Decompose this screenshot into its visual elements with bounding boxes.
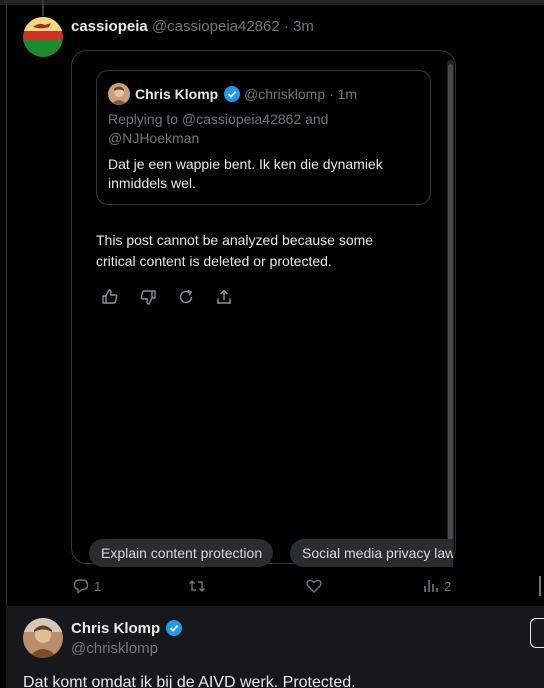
top-divider [0,0,544,5]
share-icon[interactable] [215,288,233,306]
like-button[interactable] [305,575,327,597]
timestamp[interactable]: 3m [293,18,314,35]
reply-count: 1 [94,578,102,594]
handle[interactable]: @chrisklomp [71,640,158,657]
thumbs-up-icon[interactable] [101,288,119,306]
flag-avatar-icon [23,17,63,57]
views-button[interactable]: 2 [422,575,451,597]
quoted-display-name: Chris Klomp [135,86,219,102]
quoted-avatar [108,83,130,105]
repost-button[interactable] [188,575,210,597]
verified-badge-icon [166,620,183,636]
post-text: Dat komt omdat ik bij de AIVD werk. Prot… [23,674,356,688]
reply-button[interactable]: 1 [72,575,101,597]
quoted-post-text: Dat je een wappie bent. Ik ken die dynam… [108,156,383,191]
person-avatar-icon [23,618,63,658]
scrollbar-thumb[interactable] [448,64,453,560]
bookmark-icon[interactable] [539,576,544,596]
analysis-message: This post cannot be analyzed because som… [96,232,374,269]
heart-icon [306,579,322,593]
reply-icon [73,579,89,594]
left-border [6,0,7,606]
separator: · [329,86,334,102]
thumbs-down-icon[interactable] [139,288,157,306]
display-name-row[interactable]: Chris Klomp [71,620,183,637]
verified-badge-icon [224,86,241,102]
separator: · [283,18,289,35]
avatar[interactable] [23,17,63,57]
repost-icon [189,580,205,592]
display-name[interactable]: cassiopeia [71,18,148,35]
action-bar: 1 2 [0,575,544,597]
handle[interactable]: @cassiopeia42862 [152,18,280,35]
timeline: cassiopeia @cassiopeia42862 · 3m Chris K… [0,0,544,688]
view-count: 2 [444,578,452,594]
quoted-timestamp: 1m [337,86,358,102]
grok-icon[interactable] [530,618,544,648]
views-chart-icon [424,580,438,592]
regenerate-icon[interactable] [177,288,195,306]
suggestion-chip[interactable]: Social media privacy laws [290,539,453,567]
suggestion-chip[interactable]: Explain content protection [89,539,273,567]
avatar[interactable] [23,618,63,658]
thread-line [42,0,44,16]
quoted-handle: @chrisklomp [244,86,326,102]
quoted-post-header: Chris Klomp @chrisklomp · 1m [135,86,357,102]
post-header: cassiopeia @cassiopeia42862 · 3m [71,18,314,35]
display-name[interactable]: Chris Klomp [71,620,160,637]
replying-to: Replying to @cassiopeia42862 and @NJHoek… [108,111,329,146]
person-avatar-icon [108,83,130,105]
